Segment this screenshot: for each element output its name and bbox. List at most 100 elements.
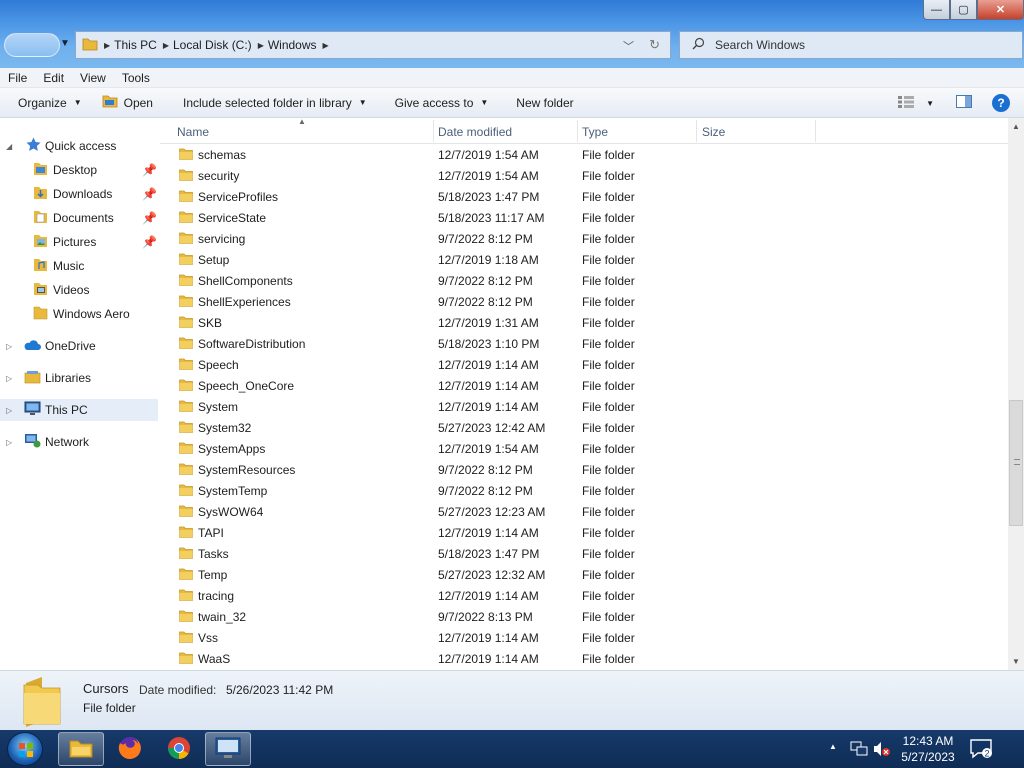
table-row[interactable]: schemas 12/7/2019 1:54 AM File folder [160, 144, 1008, 165]
taskbar-chrome[interactable] [156, 732, 202, 766]
breadcrumb-windows[interactable]: Windows [268, 38, 317, 52]
menu-tools[interactable]: Tools [114, 71, 158, 85]
nav-libraries[interactable]: ▷ Libraries [0, 367, 158, 389]
table-row[interactable]: Setup 12/7/2019 1:18 AM File folder [160, 249, 1008, 270]
table-row[interactable]: ServiceState 5/18/2023 11:17 AM File folde… [160, 207, 1008, 228]
back-forward-buttons[interactable] [4, 33, 60, 57]
table-row[interactable]: servicing 9/7/2022 8:12 PM File folder [160, 228, 1008, 249]
column-name[interactable]: Name [177, 125, 209, 139]
table-row[interactable]: Tasks 5/18/2023 1:47 PM File folder [160, 543, 1008, 564]
expand-icon[interactable]: ◢ [6, 142, 12, 151]
nav-onedrive[interactable]: ▷ OneDrive [0, 335, 158, 357]
scroll-down-icon[interactable]: ▼ [1012, 657, 1020, 666]
taskbar-remote-desktop[interactable] [205, 732, 251, 766]
nav-pictures[interactable]: Pictures 📌 [0, 231, 158, 253]
table-row[interactable]: Vss 12/7/2019 1:14 AM File folder [160, 627, 1008, 648]
nav-desktop[interactable]: Desktop 📌 [0, 159, 158, 181]
vertical-scrollbar[interactable]: ▲ ▼ [1008, 118, 1024, 670]
notification-center-icon[interactable]: 2 [970, 739, 992, 762]
table-row[interactable]: ShellComponents 9/7/2022 8:12 PM File fold… [160, 270, 1008, 291]
table-row[interactable]: Speech_OneCore 12/7/2019 1:14 AM File fold… [160, 375, 1008, 396]
table-row[interactable]: TAPI 12/7/2019 1:14 AM File folder [160, 522, 1008, 543]
start-button[interactable] [7, 732, 43, 766]
close-button[interactable]: ✕ [977, 0, 1024, 20]
expand-icon[interactable]: ▷ [6, 406, 12, 415]
folder-icon [179, 400, 193, 415]
table-row[interactable]: SystemApps 12/7/2019 1:54 AM File folder [160, 438, 1008, 459]
network-status-icon[interactable] [850, 741, 868, 760]
pin-icon[interactable]: 📌 [142, 235, 157, 249]
expand-icon[interactable]: ▷ [6, 342, 12, 351]
nav-network[interactable]: ▷ Network [0, 431, 158, 453]
nav-documents[interactable]: Documents 📌 [0, 207, 158, 229]
nav-music[interactable]: Music [0, 255, 158, 277]
system-clock[interactable]: 12:43 AM 5/27/2023 [892, 733, 964, 765]
help-icon[interactable]: ? [992, 94, 1010, 112]
chevron-right-icon[interactable]: ▶ [104, 41, 110, 50]
nav-downloads[interactable]: Downloads 📌 [0, 183, 158, 205]
pin-icon[interactable]: 📌 [142, 163, 157, 177]
table-row[interactable]: System 12/7/2019 1:14 AM File folder [160, 396, 1008, 417]
chevron-down-icon[interactable]: ▼ [926, 99, 934, 108]
column-divider[interactable] [815, 120, 816, 142]
view-options-icon[interactable] [898, 95, 916, 111]
pin-icon[interactable]: 📌 [142, 211, 157, 225]
include-in-library-button[interactable]: Include selected folder in library ▼ [163, 88, 377, 117]
taskbar-firefox[interactable] [107, 732, 153, 766]
volume-muted-icon[interactable] [873, 741, 891, 760]
preview-pane-icon[interactable] [956, 95, 972, 111]
table-row[interactable]: ShellExperiences 9/7/2022 8:12 PM File fol… [160, 291, 1008, 312]
search-input[interactable] [715, 38, 995, 52]
minimize-button[interactable]: — [923, 0, 950, 20]
table-row[interactable]: security 12/7/2019 1:54 AM File folder [160, 165, 1008, 186]
menu-view[interactable]: View [72, 71, 114, 85]
menu-file[interactable]: File [0, 71, 35, 85]
address-bar[interactable]: ▶ This PC ▶ Local Disk (C:) ▶ Windows ▶ … [75, 31, 671, 59]
chevron-right-icon[interactable]: ▶ [323, 41, 329, 50]
table-row[interactable]: SystemTemp 9/7/2022 8:12 PM File folder [160, 480, 1008, 501]
table-row[interactable]: SoftwareDistribution 5/18/2023 1:10 PM Fil… [160, 333, 1008, 354]
scroll-thumb[interactable] [1009, 400, 1023, 526]
column-date-modified[interactable]: Date modified [438, 125, 512, 139]
column-size[interactable]: Size [702, 125, 725, 139]
refresh-icon[interactable]: ↻ [649, 37, 660, 53]
scroll-up-icon[interactable]: ▲ [1012, 122, 1020, 131]
recent-locations-dropdown-icon[interactable]: ▼ [60, 38, 70, 49]
expand-icon[interactable]: ▷ [6, 438, 12, 447]
nav-this-pc[interactable]: ▷ This PC [0, 399, 158, 421]
taskbar-file-explorer[interactable] [58, 732, 104, 766]
table-row[interactable]: tracing 12/7/2019 1:14 AM File folder [160, 585, 1008, 606]
row-date-modified: 5/18/2023 1:47 PM [438, 190, 540, 204]
table-row[interactable]: twain_32 9/7/2022 8:13 PM File folder [160, 606, 1008, 627]
table-row[interactable]: Speech 12/7/2019 1:14 AM File folder [160, 354, 1008, 375]
table-row[interactable]: SystemResources 9/7/2022 8:12 PM File fold… [160, 459, 1008, 480]
nav-videos[interactable]: Videos [0, 279, 158, 301]
column-divider[interactable] [696, 120, 697, 142]
column-divider[interactable] [433, 120, 434, 142]
chevron-right-icon[interactable]: ▶ [258, 41, 264, 50]
pin-icon[interactable]: 📌 [142, 187, 157, 201]
breadcrumb-local-disk[interactable]: Local Disk (C:) [173, 38, 252, 52]
table-row[interactable]: Temp 5/27/2023 12:32 AM File folder [160, 564, 1008, 585]
table-row[interactable]: System32 5/27/2023 12:42 AM File folder [160, 417, 1008, 438]
new-folder-button[interactable]: New folder [498, 88, 583, 117]
search-icon [692, 37, 705, 53]
maximize-button[interactable]: ▢ [950, 0, 977, 20]
table-row[interactable]: SKB 12/7/2019 1:31 AM File folder [160, 312, 1008, 333]
expand-icon[interactable]: ▷ [6, 374, 12, 383]
menu-edit[interactable]: Edit [35, 71, 72, 85]
column-type[interactable]: Type [582, 125, 608, 139]
show-hidden-icons[interactable]: ▲ [829, 742, 837, 751]
chevron-down-icon[interactable]: ﹀ [623, 38, 634, 54]
table-row[interactable]: ServiceProfiles 5/18/2023 1:47 PM File fol… [160, 186, 1008, 207]
chevron-right-icon[interactable]: ▶ [163, 41, 169, 50]
organize-button[interactable]: Organize ▼ [0, 88, 92, 117]
column-divider[interactable] [577, 120, 578, 142]
breadcrumb-this-pc[interactable]: This PC [114, 38, 157, 52]
give-access-button[interactable]: Give access to ▼ [377, 88, 499, 117]
nav-windows-aero[interactable]: Windows Aero [0, 303, 158, 325]
nav-quick-access[interactable]: ◢ Quick access [0, 135, 158, 157]
table-row[interactable]: WaaS 12/7/2019 1:14 AM File folder [160, 648, 1008, 669]
open-button[interactable]: Open [92, 88, 163, 117]
table-row[interactable]: SysWOW64 5/27/2023 12:23 AM File folder [160, 501, 1008, 522]
